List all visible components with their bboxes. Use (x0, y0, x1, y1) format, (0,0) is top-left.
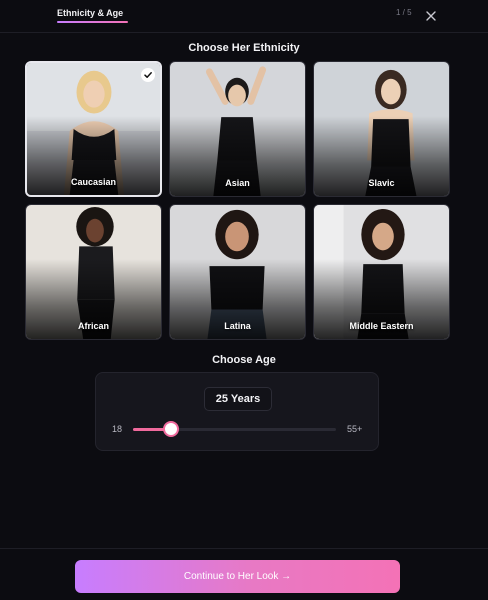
close-icon[interactable] (424, 9, 438, 23)
checkmark-icon (141, 68, 155, 82)
age-value-display: 25 Years (204, 387, 272, 411)
ethnicity-card-latina[interactable]: Latina (169, 204, 306, 340)
ethnicity-card-slavic[interactable]: Slavic (313, 61, 450, 197)
ethnicity-card-asian[interactable]: Asian (169, 61, 306, 197)
age-panel: 25 Years 18 55+ (95, 372, 379, 451)
ethnicity-title: Choose Her Ethnicity (188, 42, 300, 54)
age-slider-thumb[interactable] (163, 421, 180, 437)
age-max-label: 55+ (347, 424, 363, 434)
footer-bar: Continue to Her Look → (0, 548, 488, 600)
continue-button[interactable]: Continue to Her Look → (75, 560, 400, 593)
active-tab-indicator (57, 21, 128, 23)
ethnicity-label: Middle Eastern (349, 321, 414, 331)
ethnicity-label: Caucasian (70, 177, 117, 187)
ethnicity-card-caucasian[interactable]: Caucasian (25, 61, 162, 197)
step-counter: 1 / 5 (396, 8, 412, 17)
ethnicity-label: Slavic (368, 178, 395, 188)
ethnicity-label: Latina (224, 321, 251, 331)
tab-ethnicity-age[interactable]: Ethnicity & Age (57, 8, 123, 18)
age-min-label: 18 (112, 424, 123, 434)
top-bar: Ethnicity & Age 1 / 5 (0, 0, 488, 33)
ethnicity-card-middle-eastern[interactable]: Middle Eastern (313, 204, 450, 340)
age-slider-track[interactable] (133, 421, 336, 437)
ethnicity-label: Asian (225, 178, 250, 188)
age-title: Choose Age (212, 354, 276, 366)
ethnicity-label: African (77, 321, 109, 331)
ethnicity-card-african[interactable]: African (25, 204, 162, 340)
